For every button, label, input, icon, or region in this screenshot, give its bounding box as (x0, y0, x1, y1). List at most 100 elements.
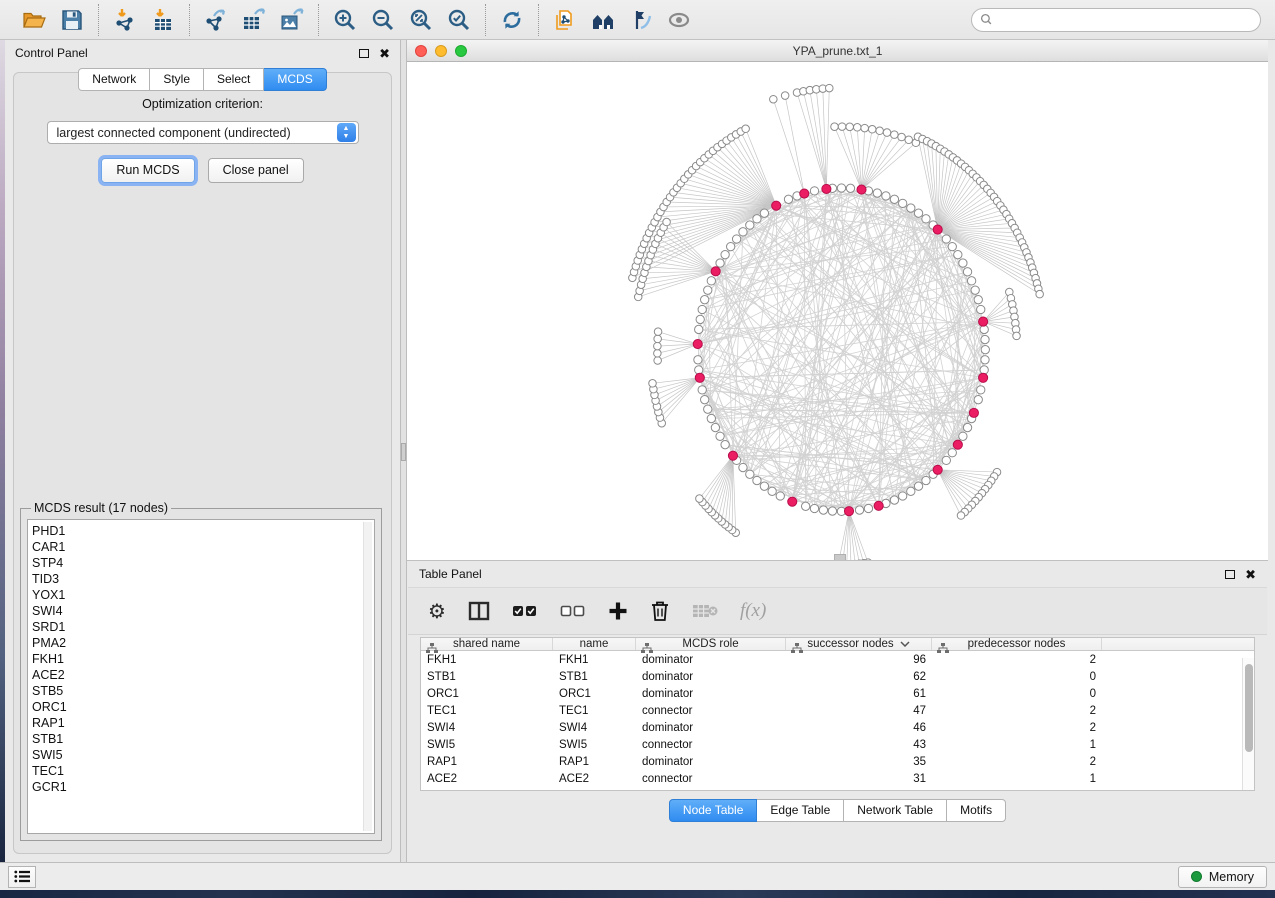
export-network-icon[interactable] (200, 4, 232, 36)
mcds-result-item[interactable]: STB1 (32, 731, 374, 747)
graph-node[interactable] (654, 349, 662, 357)
graph-node[interactable] (971, 286, 979, 294)
columns-icon[interactable] (468, 596, 490, 626)
select-all-icon[interactable] (512, 596, 538, 626)
mcds-result-item[interactable]: GCR1 (32, 779, 374, 795)
graph-node[interactable] (837, 184, 845, 192)
table-row[interactable]: FKH1FKH1dominator962 (421, 651, 1254, 668)
list-scrollbar[interactable] (363, 522, 372, 831)
sort-desc-icon[interactable] (900, 641, 910, 647)
graph-node[interactable] (981, 346, 989, 354)
graph-mcds-node[interactable] (979, 317, 988, 326)
mcds-result-item[interactable]: STB5 (32, 683, 374, 699)
delete-icon[interactable] (650, 596, 670, 626)
graph-node[interactable] (882, 192, 890, 200)
table-row[interactable]: RAP1RAP1dominator352 (421, 753, 1254, 770)
graph-node[interactable] (1013, 332, 1021, 340)
graph-node[interactable] (698, 305, 706, 313)
column-header-predecessor-nodes[interactable]: predecessor nodes (932, 638, 1102, 650)
graph-node[interactable] (698, 386, 706, 394)
graph-mcds-node[interactable] (693, 339, 702, 348)
column-header-successor-nodes[interactable]: successor nodes (786, 638, 932, 650)
tab-motifs[interactable]: Motifs (947, 799, 1006, 822)
graph-node[interactable] (846, 184, 854, 192)
clone-network-icon[interactable] (549, 4, 581, 36)
tab-style[interactable]: Style (150, 68, 204, 91)
zoom-in-icon[interactable] (329, 4, 361, 36)
table-scrollbar[interactable] (1242, 658, 1254, 790)
graph-node[interactable] (727, 242, 735, 250)
mcds-result-item[interactable]: ACE2 (32, 667, 374, 683)
graph-node[interactable] (695, 325, 703, 333)
graph-mcds-node[interactable] (728, 451, 737, 460)
graph-node[interactable] (922, 215, 930, 223)
graph-node[interactable] (891, 131, 899, 139)
graph-node[interactable] (959, 432, 967, 440)
table-row[interactable]: SWI5SWI5connector431 (421, 736, 1254, 753)
graph-mcds-node[interactable] (953, 440, 962, 449)
graph-node[interactable] (711, 423, 719, 431)
graph-node[interactable] (853, 124, 861, 132)
graph-node[interactable] (721, 441, 729, 449)
graph-node[interactable] (831, 123, 839, 131)
save-icon[interactable] (56, 4, 88, 36)
graph-mcds-node[interactable] (788, 497, 797, 506)
graph-node[interactable] (760, 209, 768, 217)
graph-node[interactable] (649, 380, 657, 388)
graph-mcds-node[interactable] (933, 225, 942, 234)
graph-node[interactable] (914, 482, 922, 490)
mcds-result-item[interactable]: TEC1 (32, 763, 374, 779)
import-network-icon[interactable] (109, 4, 141, 36)
graph-node[interactable] (801, 502, 809, 510)
graph-mcds-node[interactable] (969, 408, 978, 417)
graph-node[interactable] (781, 92, 789, 100)
graph-node[interactable] (1036, 290, 1044, 298)
graph-node[interactable] (907, 204, 915, 212)
export-image-icon[interactable] (276, 4, 308, 36)
criterion-select[interactable]: largest connected component (undirected)… (47, 121, 359, 144)
graph-node[interactable] (959, 259, 967, 267)
graph-node[interactable] (883, 129, 891, 137)
tab-node-table[interactable]: Node Table (669, 799, 758, 822)
table-row[interactable]: SWI4SWI4dominator462 (421, 719, 1254, 736)
refresh-layout-icon[interactable] (496, 4, 528, 36)
tab-select[interactable]: Select (204, 68, 264, 91)
graph-node[interactable] (898, 133, 906, 141)
graph-node[interactable] (739, 463, 747, 471)
graph-node[interactable] (753, 476, 761, 484)
tab-network[interactable]: Network (78, 68, 150, 91)
mcds-result-item[interactable]: PMA2 (32, 635, 374, 651)
graph-node[interactable] (732, 235, 740, 243)
graph-node[interactable] (846, 123, 854, 131)
column-header-MCDS-role[interactable]: MCDS role (636, 638, 786, 650)
graph-node[interactable] (967, 277, 975, 285)
show-all-icon[interactable] (663, 4, 695, 36)
graph-node[interactable] (963, 423, 971, 431)
network-window-titlebar[interactable]: YPA_prune.txt_1 (407, 40, 1268, 62)
graph-node[interactable] (810, 504, 818, 512)
graph-node[interactable] (707, 414, 715, 422)
close-panel-button[interactable]: Close panel (208, 158, 304, 183)
column-header-shared-name[interactable]: shared name (421, 638, 553, 650)
graph-node[interactable] (701, 396, 709, 404)
graph-node[interactable] (957, 512, 965, 520)
graph-node[interactable] (954, 250, 962, 258)
graph-node[interactable] (701, 296, 709, 304)
graph-node[interactable] (704, 405, 712, 413)
graph-mcds-node[interactable] (933, 465, 942, 474)
graph-node[interactable] (838, 123, 846, 131)
vertical-splitter[interactable] (400, 40, 407, 862)
float-panel-icon[interactable] (359, 49, 369, 58)
graph-node[interactable] (905, 136, 913, 144)
graph-node[interactable] (974, 396, 982, 404)
graph-node[interactable] (907, 487, 915, 495)
mcds-result-item[interactable]: CAR1 (32, 539, 374, 555)
graph-node[interactable] (922, 476, 930, 484)
tab-edge-table[interactable]: Edge Table (757, 799, 844, 822)
graph-node[interactable] (654, 342, 662, 350)
graph-node[interactable] (948, 449, 956, 457)
graph-mcds-node[interactable] (857, 185, 866, 194)
table-row[interactable]: STB1STB1dominator620 (421, 668, 1254, 685)
search-box[interactable] (971, 8, 1261, 32)
graph-node[interactable] (721, 250, 729, 258)
